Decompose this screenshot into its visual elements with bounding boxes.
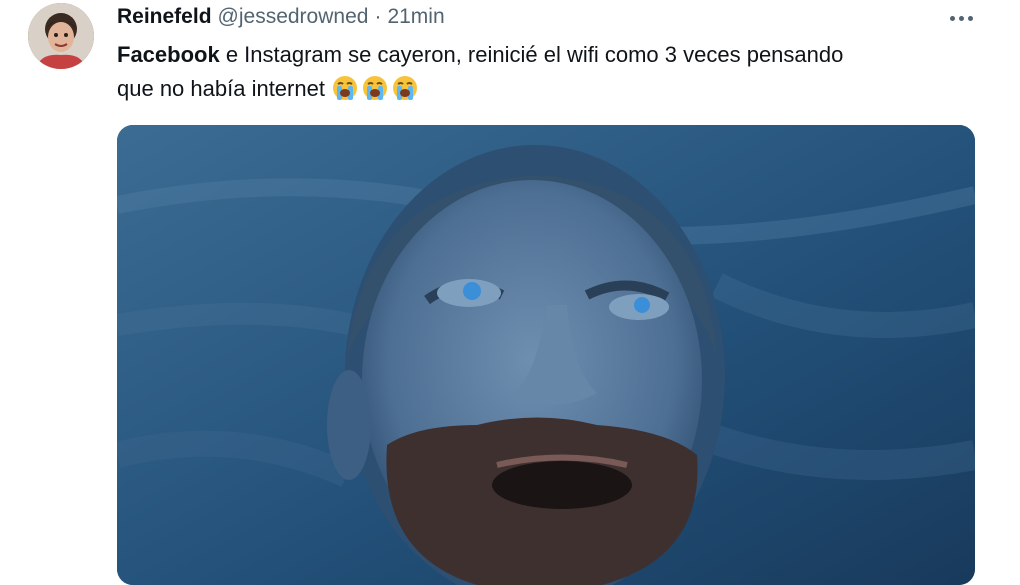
tweet[interactable]: Reinefeld @jessedrowned · 21min Facebook… xyxy=(0,0,1020,585)
timestamp[interactable]: 21min xyxy=(387,5,444,29)
tweet-text: Facebook e Instagram se cayeron, reinici… xyxy=(117,38,977,112)
tweet-text-line1: e Instagram se cayeron, reinicié el wifi… xyxy=(219,42,844,67)
loudly-crying-face-icon xyxy=(391,74,419,112)
avatar[interactable] xyxy=(28,3,94,69)
loudly-crying-face-icon xyxy=(331,74,359,112)
loudly-crying-face-icon xyxy=(361,74,389,112)
author-handle[interactable]: @jessedrowned xyxy=(218,5,369,29)
tweet-text-bold: Facebook xyxy=(117,42,220,67)
tweet-header: Reinefeld @jessedrowned · 21min xyxy=(117,4,445,30)
more-options-icon[interactable] xyxy=(944,8,978,28)
photo-man-looking-up xyxy=(117,125,975,585)
tweet-media-photo[interactable] xyxy=(117,125,975,585)
author-name[interactable]: Reinefeld xyxy=(117,5,212,29)
avatar-image xyxy=(28,3,94,69)
separator-dot: · xyxy=(374,5,382,28)
tweet-text-line2: que no había internet xyxy=(117,76,325,101)
